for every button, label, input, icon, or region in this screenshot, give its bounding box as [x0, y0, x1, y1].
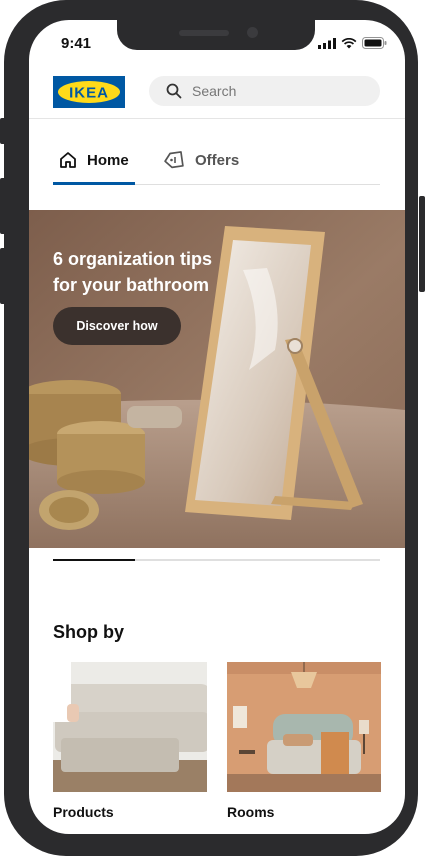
offer-tag-icon	[164, 151, 184, 169]
tab-home-label: Home	[87, 151, 129, 169]
battery-icon	[362, 37, 387, 49]
speaker	[179, 30, 229, 36]
hero-banner[interactable]: 6 organization tips for your bathroom Di…	[29, 210, 405, 548]
rooms-image	[227, 662, 381, 792]
nav-tabs: Home Offers	[53, 140, 380, 186]
phone-frame: 9:41 IKEA Search Home Offers 6 organizat…	[4, 0, 418, 856]
header-divider	[29, 118, 405, 119]
home-icon	[60, 152, 76, 168]
tab-offers-label: Offers	[195, 151, 240, 169]
shop-by-title: Shop by	[53, 622, 124, 642]
search-icon	[166, 83, 182, 99]
notch	[117, 20, 315, 50]
hero-title-line1: 6 organization tips	[53, 249, 213, 269]
active-tab-indicator	[53, 182, 135, 185]
shop-by-products-card[interactable]: Products	[53, 662, 207, 820]
front-camera	[247, 27, 258, 38]
search-bar[interactable]: Search	[149, 76, 380, 106]
products-label: Products	[53, 804, 114, 820]
wifi-icon	[341, 37, 357, 48]
tab-offers[interactable]: Offers	[163, 140, 239, 180]
logo-text: IKEA	[69, 85, 109, 102]
carousel-progress	[53, 559, 380, 561]
cellular-signal-icon	[318, 37, 336, 49]
hero-title: 6 organization tips for your bathroom	[53, 246, 253, 298]
app-screen: 9:41 IKEA Search Home Offers 6 organizat…	[29, 20, 405, 834]
products-image	[53, 662, 207, 792]
rooms-label: Rooms	[227, 804, 275, 820]
hero-title-line2: for your bathroom	[53, 275, 209, 295]
tab-home[interactable]: Home	[59, 140, 129, 180]
shop-by-rooms-card[interactable]: Rooms	[227, 662, 381, 820]
search-placeholder: Search	[192, 83, 237, 99]
carousel-progress-fill	[53, 559, 135, 561]
power-button	[419, 196, 425, 292]
discover-how-button[interactable]: Discover how	[53, 307, 181, 345]
status-icons	[318, 37, 387, 49]
status-time: 9:41	[61, 35, 92, 52]
ikea-logo[interactable]: IKEA	[53, 76, 125, 108]
